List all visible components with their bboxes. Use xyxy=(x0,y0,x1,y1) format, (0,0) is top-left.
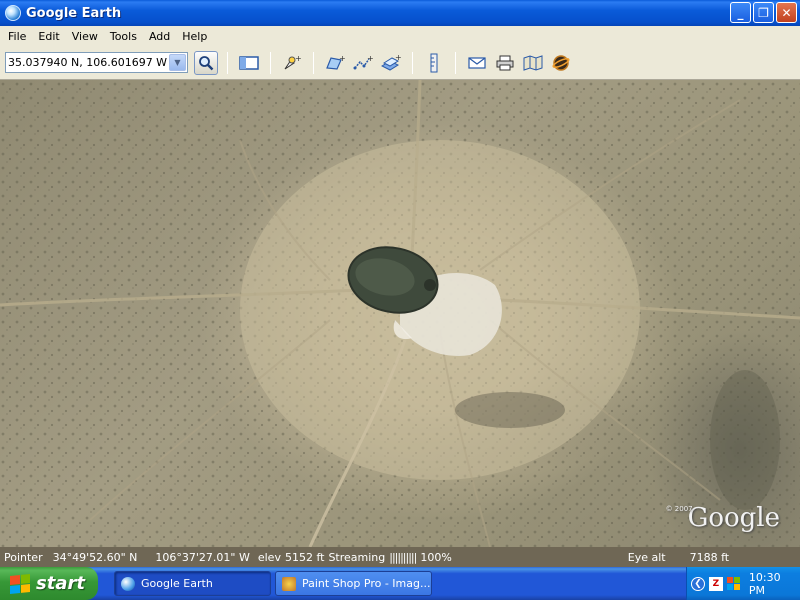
svg-text:+: + xyxy=(295,54,302,63)
print-icon xyxy=(496,55,514,70)
sidebar-toggle-icon xyxy=(239,55,259,70)
streaming-percent: 100% xyxy=(420,550,452,564)
svg-text:+: + xyxy=(367,54,374,63)
toolbar-separator xyxy=(455,51,456,74)
menu-view[interactable]: View xyxy=(66,30,104,43)
close-button[interactable]: ✕ xyxy=(776,2,797,23)
streaming-progress-bar: |||||||||| xyxy=(389,550,417,564)
task-google-earth[interactable]: Google Earth xyxy=(114,571,271,596)
menu-edit[interactable]: Edit xyxy=(32,30,65,43)
eye-altitude-value: 7188 ft xyxy=(689,550,730,564)
search-dropdown-button[interactable]: ▼ xyxy=(169,54,186,71)
map-view[interactable]: © 2007 Google xyxy=(0,80,800,547)
switch-to-sky-button[interactable] xyxy=(549,51,573,75)
start-label: start xyxy=(36,573,85,594)
path-icon: + xyxy=(353,54,374,69)
sidebar-toggle-button[interactable] xyxy=(237,51,261,75)
taskbar: start Google Earth Paint Shop Pro - Imag… xyxy=(0,567,800,600)
search-button[interactable] xyxy=(194,50,218,75)
toolbar-separator xyxy=(227,51,228,74)
minimize-button[interactable]: _ xyxy=(730,2,751,23)
menu-tools[interactable]: Tools xyxy=(104,30,143,43)
polygon-icon: + xyxy=(326,54,346,70)
system-tray: ❮ Z 10:30 PM xyxy=(686,567,800,600)
ruler-icon xyxy=(430,53,438,72)
menu-file[interactable]: File xyxy=(2,30,32,43)
add-path-button[interactable]: + xyxy=(351,51,375,75)
sky-icon xyxy=(552,54,570,71)
start-button[interactable]: start xyxy=(0,567,98,600)
google-earth-globe-icon xyxy=(5,5,21,21)
menu-add[interactable]: Add xyxy=(143,30,176,43)
windows-flag-tray-icon[interactable] xyxy=(726,576,741,591)
chevron-down-icon: ▼ xyxy=(174,58,181,67)
paint-shop-pro-icon xyxy=(282,576,296,591)
menu-bar: File Edit View Tools Add Help xyxy=(0,26,800,46)
close-icon: ✕ xyxy=(781,5,792,20)
search-icon xyxy=(199,55,214,70)
maps-icon xyxy=(523,54,543,71)
show-in-maps-button[interactable] xyxy=(521,51,545,75)
toolbar-separator xyxy=(412,51,413,74)
add-image-overlay-button[interactable]: + xyxy=(379,51,403,75)
toolbar: ▼ + + + + xyxy=(0,46,800,80)
minimize-icon: _ xyxy=(737,5,744,20)
task-paint-shop-pro[interactable]: Paint Shop Pro - Imag... xyxy=(275,571,432,596)
pointer-latitude: 34°49'52.60" N xyxy=(52,550,138,564)
clock[interactable]: 10:30 PM xyxy=(749,571,800,597)
svg-text:+: + xyxy=(339,54,346,63)
pointer-label: Pointer xyxy=(4,550,43,564)
ruler-button[interactable] xyxy=(422,51,446,75)
window-title: Google Earth xyxy=(26,5,122,21)
add-polygon-button[interactable]: + xyxy=(323,51,347,75)
task-label: Google Earth xyxy=(141,577,213,590)
location-search-input[interactable] xyxy=(6,53,169,72)
google-watermark: © 2007 Google xyxy=(666,503,780,533)
toolbar-separator xyxy=(313,51,314,74)
svg-text:+: + xyxy=(395,54,402,62)
eye-altitude-label: Eye alt xyxy=(627,550,666,564)
watermark-copyright: © 2007 xyxy=(665,505,693,513)
pointer-longitude: 106°37'27.01" W xyxy=(155,550,250,564)
location-search-box: ▼ xyxy=(5,52,188,73)
task-label: Paint Shop Pro - Imag... xyxy=(302,577,431,590)
placemark-icon: + xyxy=(284,54,302,69)
maximize-button[interactable]: ❐ xyxy=(753,2,774,23)
watermark-text: Google xyxy=(687,503,780,533)
email-button[interactable] xyxy=(465,51,489,75)
image-overlay-icon: + xyxy=(380,54,402,71)
menu-help[interactable]: Help xyxy=(176,30,213,43)
email-icon xyxy=(468,56,486,69)
zonealarm-icon[interactable]: Z xyxy=(708,576,723,591)
elevation-value: 5152 ft xyxy=(284,550,325,564)
add-placemark-button[interactable]: + xyxy=(280,51,304,75)
window-controls: _ ❐ ✕ xyxy=(730,2,797,23)
satellite-imagery xyxy=(0,80,800,547)
status-bar: Pointer 34°49'52.60" N 106°37'27.01" W e… xyxy=(0,547,800,567)
elevation-label: elev xyxy=(257,550,281,564)
streaming-label: Streaming xyxy=(328,550,386,564)
toolbar-separator xyxy=(270,51,271,74)
restore-icon: ❐ xyxy=(758,5,769,20)
title-bar[interactable]: Google Earth _ ❐ ✕ xyxy=(0,0,800,26)
tray-expand-icon[interactable]: ❮ xyxy=(691,576,705,591)
google-earth-icon xyxy=(121,576,135,591)
windows-logo-icon xyxy=(10,573,30,594)
print-button[interactable] xyxy=(493,51,517,75)
